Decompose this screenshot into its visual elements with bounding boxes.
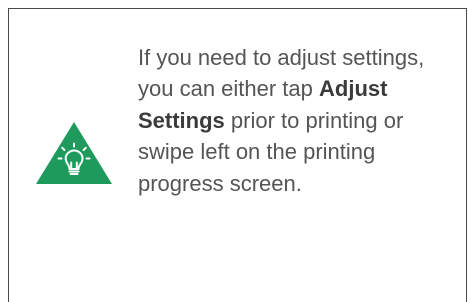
- lightbulb-icon: [36, 122, 112, 184]
- tip-text: If you need to adjust settings, you can …: [138, 42, 460, 199]
- tip-card: If you need to adjust settings, you can …: [8, 8, 467, 302]
